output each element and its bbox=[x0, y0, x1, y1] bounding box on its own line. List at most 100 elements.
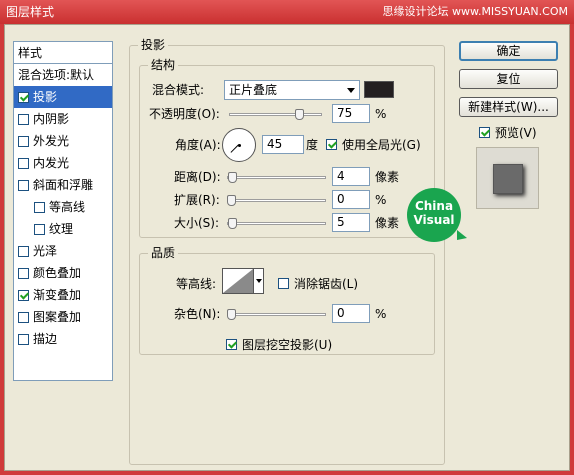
style-item-label: 描边 bbox=[33, 332, 58, 346]
preview-swatch bbox=[493, 164, 523, 194]
slider-thumb[interactable] bbox=[295, 109, 304, 120]
spread-label: 扩展(R): bbox=[174, 193, 220, 207]
blend-mode-select[interactable]: 正片叠底 bbox=[224, 80, 360, 100]
opacity-slider[interactable] bbox=[229, 109, 322, 120]
inner-glow-checkbox[interactable] bbox=[18, 157, 29, 169]
shadow-color-swatch[interactable] bbox=[364, 81, 394, 98]
ok-button[interactable]: 确定 bbox=[459, 41, 558, 61]
style-item-contour[interactable]: 等高线 bbox=[14, 196, 112, 218]
noise-slider[interactable] bbox=[227, 309, 326, 320]
satin-checkbox[interactable] bbox=[18, 245, 29, 257]
angle-dial[interactable] bbox=[222, 128, 256, 162]
style-item-label: 外发光 bbox=[33, 134, 70, 148]
style-item-drop-shadow[interactable]: 投影 bbox=[14, 86, 112, 108]
style-item-label: 内阴影 bbox=[33, 112, 70, 126]
style-item-texture[interactable]: 纹理 bbox=[14, 218, 112, 240]
logo-line-2: Visual bbox=[413, 213, 455, 227]
slider-track bbox=[227, 176, 326, 179]
style-item-inner-shadow[interactable]: 内阴影 bbox=[14, 108, 112, 130]
preview-checkbox[interactable] bbox=[479, 127, 490, 138]
anti-aliased-label[interactable]: 消除锯齿(L) bbox=[294, 275, 358, 293]
contour-picker[interactable] bbox=[222, 268, 254, 294]
style-item-label: 投影 bbox=[33, 90, 58, 104]
drop-shadow-title: 投影 bbox=[138, 38, 169, 52]
opacity-unit: % bbox=[375, 107, 387, 121]
outer-glow-checkbox[interactable] bbox=[18, 135, 29, 147]
blending-options-label: 混合选项:默认 bbox=[18, 68, 95, 82]
style-item-label: 斜面和浮雕 bbox=[33, 178, 94, 192]
anti-aliased-checkbox[interactable] bbox=[278, 278, 289, 289]
distance-slider[interactable] bbox=[227, 172, 326, 183]
blending-options-item[interactable]: 混合选项:默认 bbox=[14, 64, 112, 86]
noise-unit: % bbox=[375, 307, 387, 321]
drop-shadow-checkbox[interactable] bbox=[18, 91, 29, 103]
slider-track bbox=[229, 113, 322, 116]
slider-thumb[interactable] bbox=[227, 195, 236, 206]
angle-center-dot bbox=[238, 144, 241, 147]
distance-label: 距离(D): bbox=[174, 170, 221, 184]
style-item-pattern-overlay[interactable]: 图案叠加 bbox=[14, 306, 112, 328]
preview-label[interactable]: 预览(V) bbox=[495, 124, 537, 142]
contour-label: 等高线: bbox=[176, 277, 217, 291]
spread-slider[interactable] bbox=[227, 195, 326, 206]
contour-dropdown-button[interactable] bbox=[254, 268, 264, 294]
title-bar[interactable]: 图层样式 思缘设计论坛 www.MISSYUAN.COM bbox=[0, 0, 574, 24]
style-item-label: 纹理 bbox=[49, 222, 74, 236]
style-item-label: 等高线 bbox=[49, 200, 86, 214]
gradient-overlay-checkbox[interactable] bbox=[18, 289, 29, 301]
pattern-overlay-checkbox[interactable] bbox=[18, 311, 29, 323]
style-item-inner-glow[interactable]: 内发光 bbox=[14, 152, 112, 174]
contour-curve bbox=[223, 269, 253, 293]
dialog-body: 样式 混合选项:默认 投影 内阴影 外发光 内发光 斜面和浮雕 等高线 纹理 光… bbox=[4, 24, 570, 471]
stroke-checkbox[interactable] bbox=[18, 333, 29, 345]
knockout-label[interactable]: 图层挖空投影(U) bbox=[242, 336, 332, 354]
style-item-outer-glow[interactable]: 外发光 bbox=[14, 130, 112, 152]
degree-unit: 度 bbox=[306, 138, 319, 152]
style-item-stroke[interactable]: 描边 bbox=[14, 328, 112, 350]
size-label: 大小(S): bbox=[174, 216, 220, 230]
structure-title: 结构 bbox=[148, 58, 179, 72]
new-style-button[interactable]: 新建样式(W)... bbox=[459, 97, 558, 117]
texture-checkbox[interactable] bbox=[34, 223, 45, 235]
color-overlay-checkbox[interactable] bbox=[18, 267, 29, 279]
noise-input[interactable]: 0 bbox=[332, 304, 370, 323]
global-light-label[interactable]: 使用全局光(G) bbox=[342, 136, 421, 154]
angle-label: 角度(A): bbox=[175, 138, 221, 152]
distance-input[interactable]: 4 bbox=[332, 167, 370, 186]
watermark-text: 思缘设计论坛 www.MISSYUAN.COM bbox=[382, 5, 568, 18]
style-preview bbox=[476, 147, 539, 209]
styles-list-header[interactable]: 样式 bbox=[14, 42, 112, 64]
bevel-emboss-checkbox[interactable] bbox=[18, 179, 29, 191]
blend-mode-value: 正片叠底 bbox=[229, 83, 278, 97]
quality-title: 品质 bbox=[148, 246, 179, 260]
window-title: 图层样式 bbox=[6, 5, 55, 19]
inner-shadow-checkbox[interactable] bbox=[18, 113, 29, 125]
styles-list: 样式 混合选项:默认 投影 内阴影 外发光 内发光 斜面和浮雕 等高线 纹理 光… bbox=[13, 41, 113, 381]
style-item-label: 光泽 bbox=[33, 244, 58, 258]
size-slider[interactable] bbox=[227, 218, 326, 229]
distance-unit: 像素 bbox=[375, 170, 400, 184]
slider-thumb[interactable] bbox=[228, 172, 237, 183]
china-visual-logo: China Visual bbox=[407, 188, 467, 242]
style-item-color-overlay[interactable]: 颜色叠加 bbox=[14, 262, 112, 284]
spread-input[interactable]: 0 bbox=[332, 190, 370, 209]
opacity-label: 不透明度(O): bbox=[149, 107, 220, 121]
style-item-bevel-emboss[interactable]: 斜面和浮雕 bbox=[14, 174, 112, 196]
angle-input[interactable]: 45 bbox=[262, 135, 304, 154]
slider-thumb[interactable] bbox=[227, 309, 236, 320]
size-input[interactable]: 5 bbox=[332, 213, 370, 232]
slider-thumb[interactable] bbox=[228, 218, 237, 229]
contour-checkbox[interactable] bbox=[34, 201, 45, 213]
spread-unit: % bbox=[375, 193, 387, 207]
style-item-satin[interactable]: 光泽 bbox=[14, 240, 112, 262]
style-item-label: 颜色叠加 bbox=[33, 266, 82, 280]
noise-label: 杂色(N): bbox=[174, 307, 221, 321]
opacity-input[interactable]: 75 bbox=[332, 104, 370, 123]
layer-style-window: 图层样式 思缘设计论坛 www.MISSYUAN.COM 样式 混合选项:默认 … bbox=[0, 0, 574, 475]
reset-button[interactable]: 复位 bbox=[459, 69, 558, 89]
style-item-gradient-overlay[interactable]: 渐变叠加 bbox=[14, 284, 112, 306]
knockout-checkbox[interactable] bbox=[226, 339, 237, 350]
global-light-checkbox[interactable] bbox=[326, 139, 337, 150]
size-unit: 像素 bbox=[375, 216, 400, 230]
slider-track bbox=[227, 222, 326, 225]
